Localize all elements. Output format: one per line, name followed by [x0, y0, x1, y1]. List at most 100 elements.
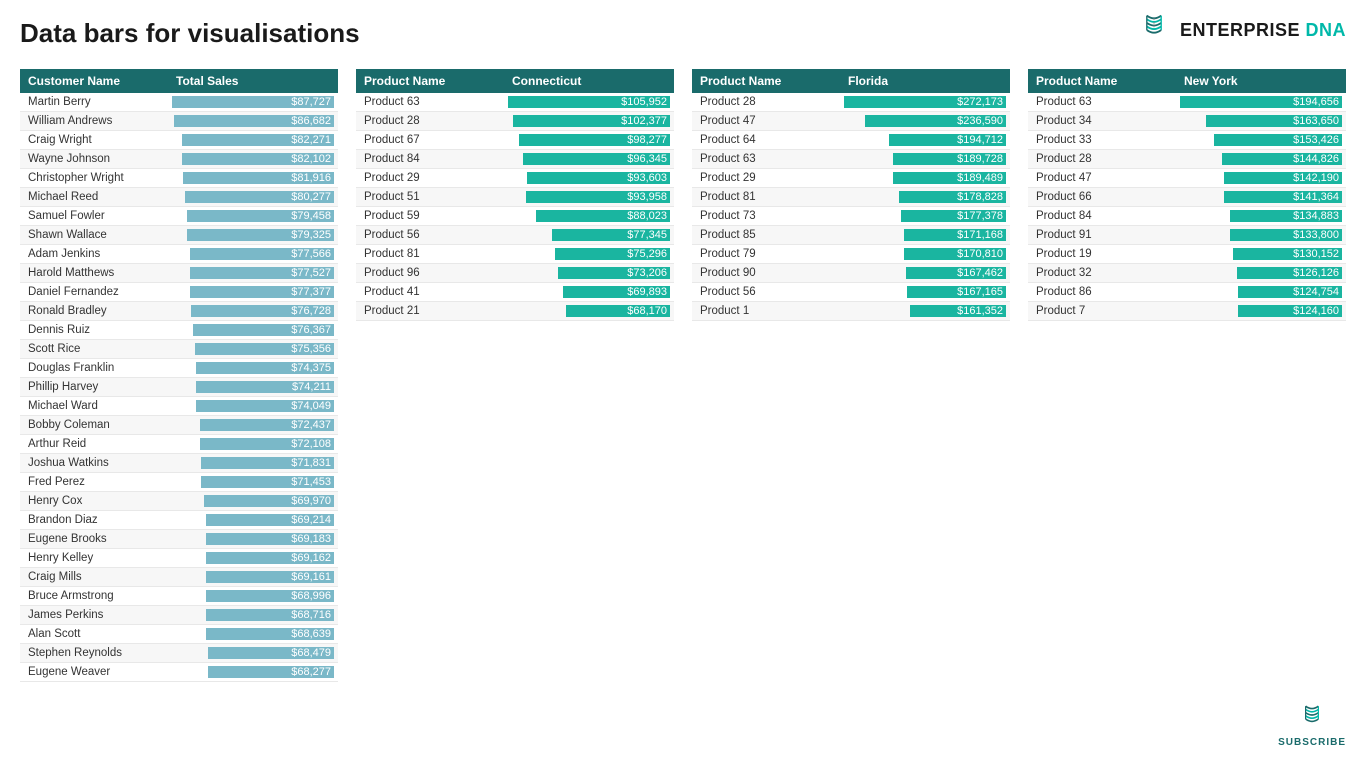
- row-name-cell: Michael Reed: [20, 188, 168, 207]
- row-bar-cell: $72,108: [168, 435, 338, 454]
- row-bar-cell: $87,727: [168, 93, 338, 112]
- table-row: Product 63$194,656: [1028, 93, 1346, 112]
- bar-value-label: $144,826: [1293, 153, 1342, 165]
- row-name-cell: Product 29: [692, 169, 840, 188]
- bar-value-label: $170,810: [957, 248, 1006, 260]
- table-row: Henry Cox$69,970: [20, 492, 338, 511]
- row-name-cell: Product 29: [356, 169, 504, 188]
- row-name-cell: Product 96: [356, 264, 504, 283]
- table-row: Product 21 $68,170: [356, 302, 674, 321]
- bar-value-label: $134,883: [1293, 210, 1342, 222]
- table-row: Adam Jenkins$77,566: [20, 245, 338, 264]
- table-row: Wayne Johnson$82,102: [20, 150, 338, 169]
- row-name-cell: Eugene Brooks: [20, 530, 168, 549]
- row-bar-cell: $77,527: [168, 264, 338, 283]
- row-name-cell: Brandon Diaz: [20, 511, 168, 530]
- table-row: Christopher Wright$81,916: [20, 169, 338, 188]
- table-row: Harold Matthews$77,527: [20, 264, 338, 283]
- table-row: Product 29$93,603: [356, 169, 674, 188]
- table-row: Product 66$141,364: [1028, 188, 1346, 207]
- row-bar-cell: $75,296: [504, 245, 674, 264]
- row-name-cell: Product 67: [356, 131, 504, 150]
- table-row: Product 79$170,810: [692, 245, 1010, 264]
- row-bar-cell: $142,190: [1176, 169, 1346, 188]
- newyork-table-wrapper: Product Name New York Product 63$194,656…: [1028, 69, 1346, 682]
- bar-value-label: $133,800: [1293, 229, 1342, 241]
- table-row: Product 84$134,883: [1028, 207, 1346, 226]
- table-row: Product 81$75,296: [356, 245, 674, 264]
- row-name-cell: Craig Wright: [20, 131, 168, 150]
- row-name-cell: Product 64: [692, 131, 840, 150]
- col-header-total-sales: Total Sales: [168, 69, 338, 93]
- col-header-customer-name: Customer Name: [20, 69, 168, 93]
- row-bar-cell: $77,566: [168, 245, 338, 264]
- row-bar-cell: $69,183: [168, 530, 338, 549]
- row-name-cell: Product 59: [356, 207, 504, 226]
- bar-value-label: $167,462: [957, 267, 1006, 279]
- bar-value-label: $177,378: [957, 210, 1006, 222]
- bar-value-label: $236,590: [957, 115, 1006, 127]
- bar-value-label: $88,023: [627, 210, 670, 222]
- row-name-cell: Product 41: [356, 283, 504, 302]
- bar-value-label: $153,426: [1293, 134, 1342, 146]
- row-bar-cell: $194,712: [840, 131, 1010, 150]
- bar-value-label: $72,108: [291, 438, 334, 450]
- row-bar-cell: $68,639: [168, 625, 338, 644]
- row-name-cell: Product 32: [1028, 264, 1176, 283]
- bar-value-label: $68,479: [291, 647, 334, 659]
- row-name-cell: Product 47: [692, 112, 840, 131]
- bar-value-label: $71,831: [291, 457, 334, 469]
- table-row: Eugene Brooks$69,183: [20, 530, 338, 549]
- logo-text: ENTERPRISE DNA: [1180, 20, 1346, 41]
- row-bar-cell: $189,489: [840, 169, 1010, 188]
- row-name-cell: Scott Rice: [20, 340, 168, 359]
- table-row: Product 96$73,206: [356, 264, 674, 283]
- table-row: Product 47$142,190: [1028, 169, 1346, 188]
- row-bar-cell: $102,377: [504, 112, 674, 131]
- row-bar-cell: $86,682: [168, 112, 338, 131]
- col-header-newyork: New York: [1176, 69, 1346, 93]
- subscribe-button[interactable]: SUBSCRIBE: [1278, 703, 1346, 748]
- row-bar-cell: $163,650: [1176, 112, 1346, 131]
- row-bar-cell: $93,603: [504, 169, 674, 188]
- bar-value-label: $69,214: [291, 514, 334, 526]
- bar-value-label: $272,173: [957, 96, 1006, 108]
- table-row: Product 19$130,152: [1028, 245, 1346, 264]
- bar-value-label: $105,952: [621, 96, 670, 108]
- row-bar-cell: $74,211: [168, 378, 338, 397]
- row-bar-cell: $68,277: [168, 663, 338, 682]
- row-name-cell: James Perkins: [20, 606, 168, 625]
- bar-value-label: $189,728: [957, 153, 1006, 165]
- row-name-cell: Product 84: [356, 150, 504, 169]
- row-name-cell: Product 63: [1028, 93, 1176, 112]
- bar-value-label: $86,682: [291, 115, 334, 127]
- bar-value-label: $124,754: [1293, 286, 1342, 298]
- row-name-cell: Product 34: [1028, 112, 1176, 131]
- table-row: Product 28$272,173: [692, 93, 1010, 112]
- table-row: Fred Perez$71,453: [20, 473, 338, 492]
- row-bar-cell: $82,271: [168, 131, 338, 150]
- row-bar-cell: $141,364: [1176, 188, 1346, 207]
- table-row: Product 47 $236,590: [692, 112, 1010, 131]
- row-bar-cell: $189,728: [840, 150, 1010, 169]
- table-row: Product 91$133,800: [1028, 226, 1346, 245]
- row-name-cell: Wayne Johnson: [20, 150, 168, 169]
- row-name-cell: Product 63: [692, 150, 840, 169]
- row-name-cell: Product 51: [356, 188, 504, 207]
- row-name-cell: Product 85: [692, 226, 840, 245]
- row-bar-cell: $69,214: [168, 511, 338, 530]
- row-bar-cell: $79,458: [168, 207, 338, 226]
- table-row: Product 1$161,352: [692, 302, 1010, 321]
- row-bar-cell: $236,590: [840, 112, 1010, 131]
- row-bar-cell: $272,173: [840, 93, 1010, 112]
- bar-value-label: $142,190: [1293, 172, 1342, 184]
- bar-value-label: $68,996: [291, 590, 334, 602]
- row-name-cell: Henry Cox: [20, 492, 168, 511]
- row-bar-cell: $74,375: [168, 359, 338, 378]
- row-bar-cell: $68,716: [168, 606, 338, 625]
- row-name-cell: Stephen Reynolds: [20, 644, 168, 663]
- row-name-cell: Daniel Fernandez: [20, 283, 168, 302]
- row-name-cell: Product 21: [356, 302, 504, 321]
- bar-value-label: $68,170: [627, 305, 670, 317]
- row-name-cell: Dennis Ruiz: [20, 321, 168, 340]
